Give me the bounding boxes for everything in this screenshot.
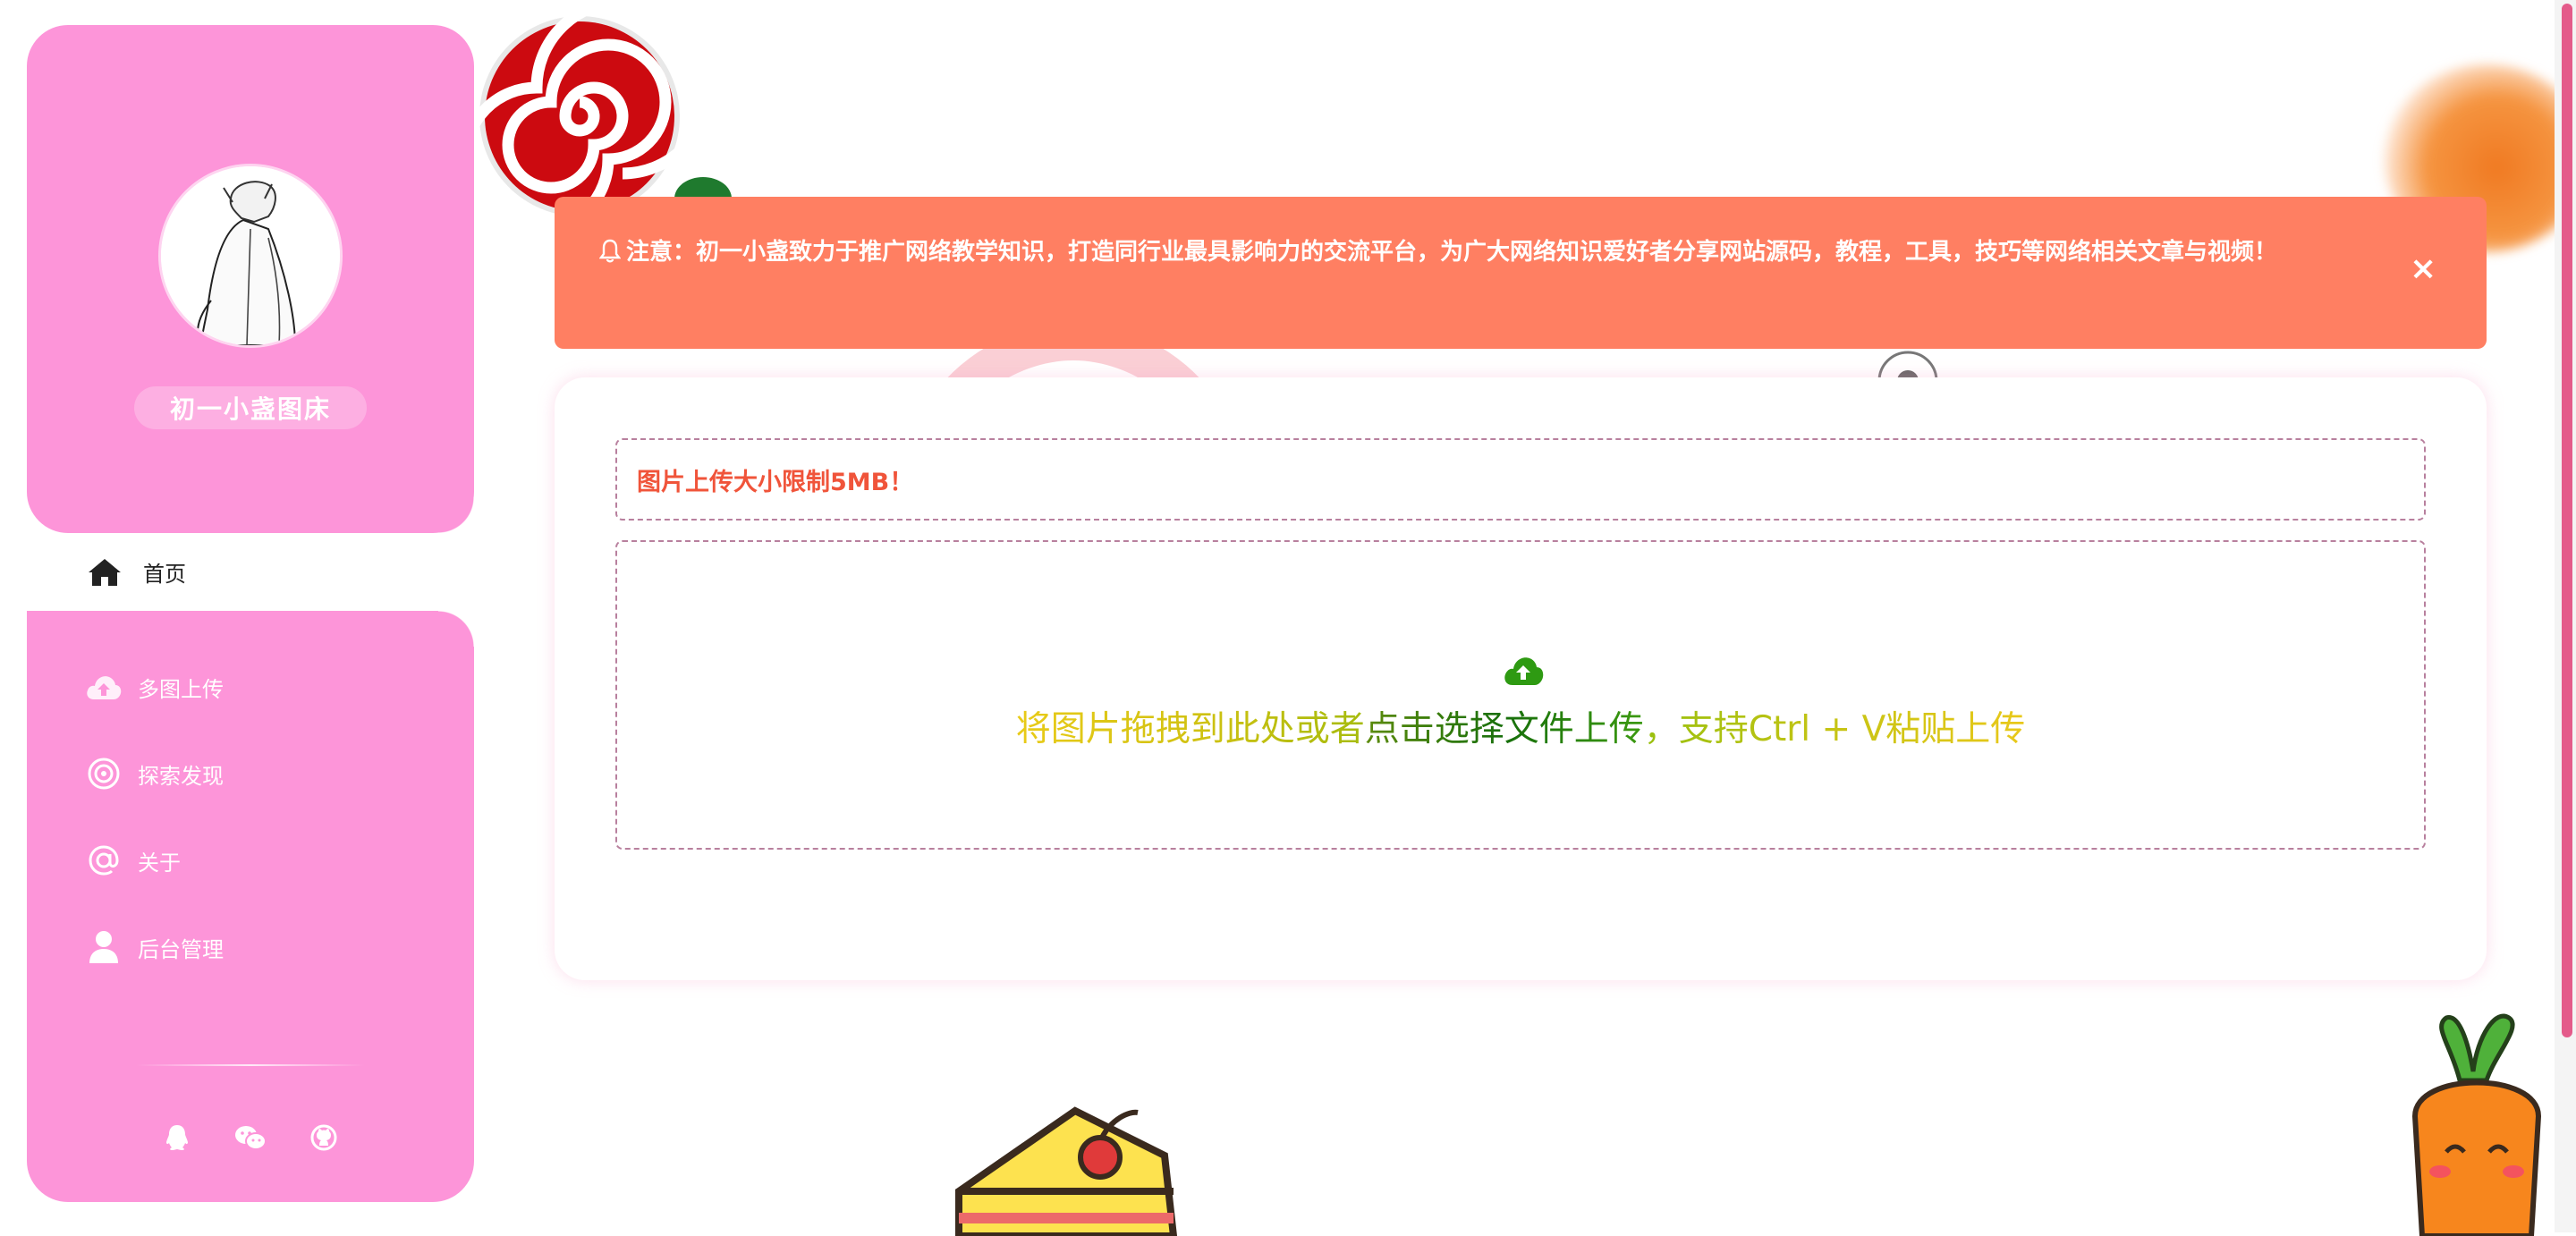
upload-panel: 图片上传大小限制5MB！ 将图片拖拽到此处或者点击选择文件上传，支持Ctrl +…: [555, 377, 2487, 980]
carrot-decoration: [2411, 1013, 2542, 1236]
nav-item-label: 后台管理: [138, 936, 224, 962]
scrollbar-thumb[interactable]: [2562, 4, 2572, 1037]
site-name: 初一小盏图床: [134, 386, 367, 429]
upload-size-limit-text: 图片上传大小限制5MB！: [637, 468, 914, 496]
nav-item-multi-upload[interactable]: 多图上传: [84, 660, 442, 714]
drop-text-part-3: ，支持Ctrl + V粘贴上传: [1643, 709, 2026, 749]
nav-item-label: 首页: [143, 562, 186, 587]
nav-item-home[interactable]: 首页: [54, 497, 474, 647]
bell-icon: [599, 239, 621, 263]
wechat-icon[interactable]: [233, 1120, 268, 1156]
nav-item-admin[interactable]: 后台管理: [84, 920, 442, 974]
home-icon: [89, 558, 121, 586]
upload-size-limit-notice: 图片上传大小限制5MB！: [615, 438, 2426, 521]
user-icon: [84, 927, 123, 967]
avatar: [161, 166, 340, 345]
nav-item-label: 关于: [138, 850, 181, 876]
lollipop-decoration: [476, 13, 683, 220]
select-file-link[interactable]: 点击选择文件上传: [1365, 709, 1644, 749]
cloud-upload-icon: [1504, 657, 1544, 685]
nav-item-label: 探索发现: [138, 763, 224, 789]
notice-text: 注意：初一小盏致力于推广网络教学知识，打造同行业最具影响力的交流平台，为广大网络…: [626, 239, 2278, 266]
nav-item-explore[interactable]: 探索发现: [84, 747, 442, 800]
notice-banner: 注意：初一小盏致力于推广网络教学知识，打造同行业最具影响力的交流平台，为广大网络…: [555, 197, 2487, 349]
target-icon: [84, 754, 123, 793]
sidebar-divider: [136, 1064, 365, 1066]
close-button[interactable]: ×: [2410, 253, 2436, 285]
nav-item-label: 多图上传: [138, 676, 224, 702]
upload-drop-instructions: 将图片拖拽到此处或者点击选择文件上传，支持Ctrl + V粘贴上传: [617, 701, 2424, 751]
cake-decoration: [955, 1106, 1178, 1236]
nav-item-about[interactable]: 关于: [84, 834, 442, 887]
sidebar: 首页 初一小盏图床 多图上传 探索发现 关于 后台管理: [27, 25, 474, 1202]
upload-drop-zone[interactable]: 将图片拖拽到此处或者点击选择文件上传，支持Ctrl + V粘贴上传: [615, 540, 2426, 850]
qq-icon[interactable]: [159, 1120, 195, 1156]
drop-text-part-1: 将图片拖拽到此处或者: [1015, 709, 1365, 749]
at-icon: [84, 841, 123, 880]
vertical-scrollbar[interactable]: [2555, 0, 2576, 1232]
github-icon[interactable]: [306, 1120, 342, 1156]
cloud-upload-icon: [84, 667, 123, 707]
